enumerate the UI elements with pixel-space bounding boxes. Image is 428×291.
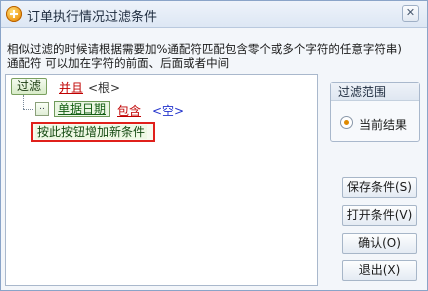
current-result-label[interactable]: 当前结果 bbox=[359, 116, 407, 133]
root-node-label: <根> bbox=[88, 81, 121, 95]
condition-expand-button[interactable]: .. bbox=[35, 102, 49, 116]
condition-field-link[interactable]: 单据日期 bbox=[54, 101, 111, 117]
root-operator-link[interactable]: 并且 bbox=[59, 79, 83, 96]
save-condition-button[interactable]: 保存条件(S) bbox=[342, 177, 417, 198]
filter-root-button[interactable]: 过滤 bbox=[11, 78, 48, 95]
confirm-button[interactable]: 确认(O) bbox=[342, 233, 417, 254]
add-condition-button[interactable]: 按此按钮增加新条件 bbox=[35, 125, 148, 139]
close-button[interactable]: ✕ bbox=[402, 5, 419, 22]
tree-connector-vertical bbox=[23, 95, 24, 109]
filter-scope-group: 过滤范围 当前结果 bbox=[330, 82, 420, 142]
condition-value-link[interactable]: <空> bbox=[152, 102, 184, 119]
open-condition-button[interactable]: 打开条件(V) bbox=[342, 205, 417, 226]
window-title: 订单执行情况过滤条件 bbox=[27, 10, 158, 25]
add-condition-highlight: 按此按钮增加新条件 bbox=[31, 122, 155, 142]
condition-operator-link[interactable]: 包含 bbox=[117, 102, 141, 119]
wildcard-hint: 相似过滤的时候请根据需要加%通配符匹配包含零个或多个字符的任意字符串) 通配符 … bbox=[7, 42, 402, 70]
current-result-radio[interactable] bbox=[340, 116, 353, 129]
condition-tree-panel: 过滤 并且 <根> .. 单据日期 包含 <空> 按此按钮增加新条件 bbox=[5, 74, 318, 286]
filter-scope-title: 过滤范围 bbox=[331, 83, 419, 101]
app-icon bbox=[6, 6, 22, 22]
tree-connector-horizontal bbox=[23, 109, 33, 110]
exit-button[interactable]: 退出(X) bbox=[342, 260, 417, 281]
title-bar: 订单执行情况过滤条件 ✕ bbox=[1, 1, 427, 28]
filter-dialog: 订单执行情况过滤条件 ✕ 相似过滤的时候请根据需要加%通配符匹配包含零个或多个字… bbox=[0, 0, 428, 291]
